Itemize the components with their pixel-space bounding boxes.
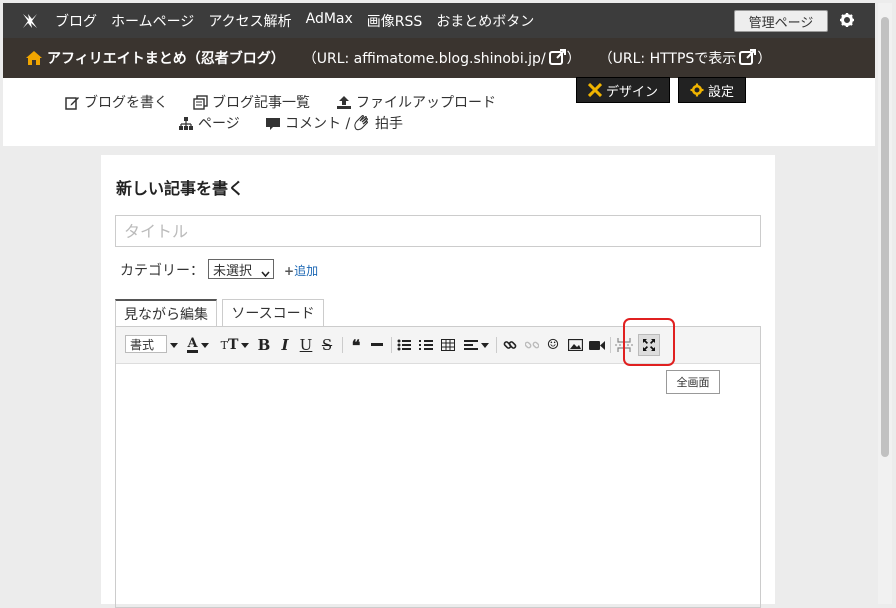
bold-icon[interactable]: B xyxy=(257,336,271,354)
unlink-icon[interactable] xyxy=(524,336,540,354)
toolbar-separator xyxy=(496,337,497,353)
page-title: 新しい記事を書く xyxy=(116,179,245,198)
font-size-icon[interactable]: TT xyxy=(220,336,250,354)
list-icon xyxy=(193,94,208,110)
blog-url-label: （URL: affimatome.blog.shinobi.jp/ xyxy=(302,50,546,67)
external-link-icon xyxy=(739,48,757,69)
link-icon[interactable] xyxy=(502,336,518,354)
numbered-list-icon[interactable] xyxy=(418,336,434,354)
emoticon-icon[interactable]: ☺ xyxy=(545,336,561,354)
upload-icon xyxy=(337,95,351,109)
bullet-list-icon[interactable] xyxy=(396,336,412,354)
admin-page-button[interactable]: 管理ページ xyxy=(734,10,828,32)
add-category-link[interactable]: +追加 xyxy=(284,262,318,279)
highlight-box xyxy=(623,318,675,366)
post-title-input[interactable] xyxy=(115,215,761,247)
chevron-down-icon xyxy=(261,266,270,281)
shinobi-logo-icon[interactable] xyxy=(17,12,43,30)
design-button[interactable]: デザイン xyxy=(576,77,670,103)
tab-wysiwyg[interactable]: 見ながら編集 xyxy=(115,299,217,327)
tab-source-code[interactable]: ソースコード xyxy=(222,299,324,326)
comment-icon xyxy=(266,117,280,130)
plus-icon: + xyxy=(284,264,295,278)
nav-image-rss[interactable]: 画像RSS xyxy=(367,11,423,31)
sub-header: ブログを書く ブログ記事一覧 ファイルアップロード ページ コメント / 拍手 … xyxy=(3,77,875,146)
edit-icon xyxy=(65,96,79,110)
blog-bar: アフィリエイトまとめ（忍者ブログ） （URL: affimatome.blog.… xyxy=(3,38,875,78)
nav-omatome-button[interactable]: おまとめボタン xyxy=(436,11,534,31)
comment-link[interactable]: コメント / xyxy=(265,113,350,133)
nav-access-analysis[interactable]: アクセス解析 xyxy=(208,11,291,31)
page-link[interactable]: ページ xyxy=(178,113,240,133)
https-url-link[interactable]: （URL: HTTPSで表示） xyxy=(598,48,771,69)
vertical-scrollbar[interactable] xyxy=(878,3,892,604)
top-nav-bar: ブログ ホームページ アクセス解析 AdMax 画像RSS おまとめボタン 管理… xyxy=(3,3,875,38)
blog-name-link[interactable]: アフィリエイトまとめ（忍者ブログ） xyxy=(47,48,285,68)
blog-url-link[interactable]: （URL: affimatome.blog.shinobi.jp/） xyxy=(303,48,581,69)
scrollbar-thumb[interactable] xyxy=(881,17,889,457)
https-url-label: （URL: HTTPSで表示 xyxy=(598,50,737,67)
editor-area[interactable]: 書式 A TT B I U S ❝ ☺ xyxy=(115,326,761,608)
tooltip: 全画面 xyxy=(666,370,720,394)
format-select[interactable]: 書式 xyxy=(125,335,167,353)
image-icon[interactable] xyxy=(567,336,583,354)
italic-icon[interactable]: I xyxy=(278,336,292,354)
clap-link[interactable]: 拍手 xyxy=(353,113,403,133)
file-upload-link[interactable]: ファイルアップロード xyxy=(336,92,496,112)
toolbar-separator xyxy=(610,337,611,353)
toolbar-separator xyxy=(342,337,343,353)
nav-homepage[interactable]: ホームページ xyxy=(111,11,194,31)
design-tools-icon xyxy=(587,83,602,97)
settings-gear-icon xyxy=(690,83,704,97)
table-icon[interactable] xyxy=(440,336,456,354)
home-icon xyxy=(25,50,43,66)
font-color-icon[interactable]: A xyxy=(184,336,212,354)
settings-button[interactable]: 設定 xyxy=(678,77,746,103)
blog-list-link[interactable]: ブログ記事一覧 xyxy=(193,92,310,112)
nav-blog[interactable]: ブログ xyxy=(55,11,97,31)
format-dropdown-icon[interactable] xyxy=(169,336,179,354)
blockquote-icon[interactable]: ❝ xyxy=(348,336,364,355)
clap-hand-icon xyxy=(354,115,368,131)
strikethrough-icon[interactable]: S xyxy=(320,336,334,354)
toolbar-separator xyxy=(391,337,392,353)
horizontal-rule-icon[interactable] xyxy=(370,336,384,354)
video-icon[interactable] xyxy=(589,336,605,354)
underline-icon[interactable]: U xyxy=(299,336,313,354)
category-select[interactable]: 未選択 xyxy=(208,259,274,279)
write-blog-link[interactable]: ブログを書く xyxy=(65,92,168,112)
align-icon[interactable] xyxy=(461,336,491,354)
gear-icon[interactable] xyxy=(839,12,857,30)
category-selected-value: 未選択 xyxy=(213,263,253,279)
external-link-icon xyxy=(548,48,567,69)
nav-admax[interactable]: AdMax xyxy=(306,11,353,31)
sitemap-icon xyxy=(179,116,193,130)
category-label: カテゴリー： xyxy=(120,263,204,279)
